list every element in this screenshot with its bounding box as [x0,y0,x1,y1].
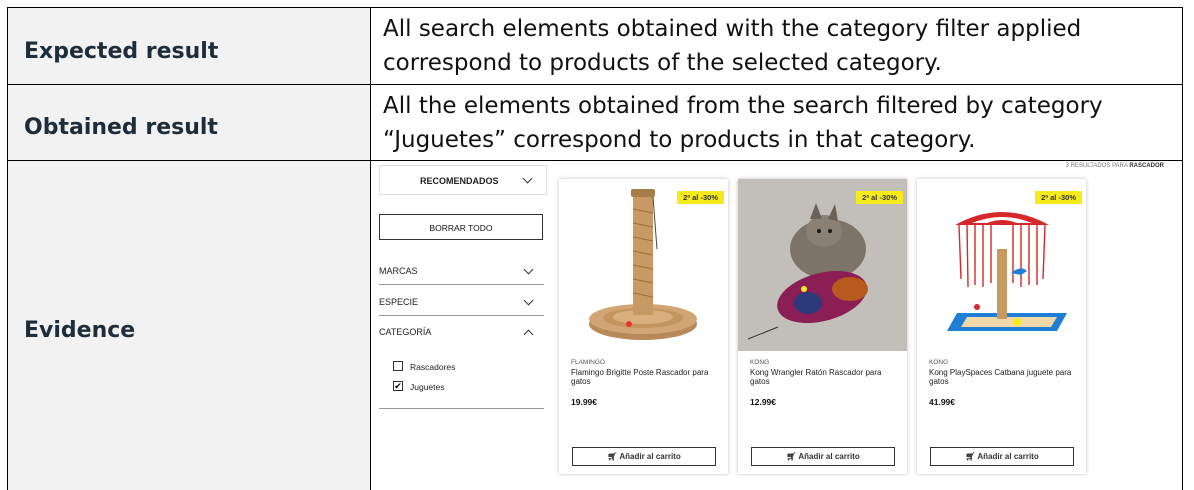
obtained-result-text: All the elements obtained from the searc… [383,89,1172,157]
cat-scratching-post-image [589,189,697,340]
filter-category-label: CATEGORÍA [379,327,432,337]
cart-icon: 🛒︎ [965,452,978,461]
add-to-cart-button[interactable]: 🛒︎ Añadir al carrito [751,447,895,466]
product-name[interactable]: Kong Wrangler Ratón Rascador para gatos [750,368,900,386]
evidence-label: Evidence [24,318,136,343]
obtained-result-row: Obtained result All the elements obtaine… [7,84,1183,161]
sort-dropdown[interactable]: RECOMENDADOS [379,165,547,195]
checkbox-rascadores[interactable] [393,361,403,371]
product-card[interactable]: 2ª al -30% FLAMINGO Flamingo Brigitte Po… [559,179,728,474]
divider [379,315,544,316]
product-price: 12.99€ [750,397,776,407]
add-to-cart-label: Añadir al carrito [619,452,681,461]
product-price: 41.99€ [929,397,955,407]
product-image[interactable]: 2ª al -30% [917,179,1086,351]
obtained-result-line-1: All the elements obtained from the searc… [383,93,1103,119]
sort-label: RECOMENDADOS [420,176,499,186]
promo-badge: 2ª al -30% [856,191,903,204]
filter-brands-label: MARCAS [379,266,418,276]
filter-end-divider [379,408,544,409]
chevron-down-icon [523,295,534,306]
chevron-down-icon [522,173,533,184]
obtained-result-value-cell: All the elements obtained from the searc… [371,84,1183,161]
expected-result-value-cell: All search elements obtained with the ca… [371,7,1183,85]
product-name[interactable]: Flamingo Brigitte Poste Rascador para ga… [571,368,721,386]
obtained-result-label-cell: Obtained result [7,84,371,161]
add-to-cart-label: Añadir al carrito [977,452,1039,461]
expected-result-row: Expected result All search elements obta… [7,7,1183,85]
clear-all-button[interactable]: BORRAR TODO [379,214,543,240]
option-juguetes-label: Juguetes [410,382,445,392]
chevron-up-icon [523,329,534,340]
product-price: 19.99€ [571,397,597,407]
filter-category[interactable]: CATEGORÍA [379,327,544,345]
filter-species[interactable]: ESPECIE [379,295,544,316]
product-brand: KONG [750,359,770,366]
promo-badge: 2ª al -30% [677,191,724,204]
chevron-down-icon [523,264,534,275]
filter-species-label: ESPECIE [379,297,419,307]
expected-result-label: Expected result [24,39,219,64]
cat-play-tent-image [947,212,1067,331]
expected-result-text: All search elements obtained with the ca… [383,12,1172,80]
cart-icon: 🛒︎ [786,452,799,461]
product-image[interactable]: 2ª al -30% [559,179,728,351]
divider [379,284,544,285]
product-card[interactable]: 2ª al -30% KONG Kong PlaySpaces Catbana … [917,179,1086,474]
product-name[interactable]: Kong PlaySpaces Catbana juguete para gat… [929,368,1079,386]
product-image[interactable]: 2ª al -30% [738,179,907,351]
filter-sidebar: RECOMENDADOS BORRAR TODO MARCAS ESPECIE … [379,161,547,461]
option-rascadores-label: Rascadores [410,362,456,372]
expected-result-line-2: correspond to products of the selected c… [383,50,942,76]
expected-result-label-cell: Expected result [7,7,371,85]
expected-result-line-1: All search elements obtained with the ca… [383,16,1082,42]
cart-icon: 🛒︎ [607,452,620,461]
product-brand: KONG [929,359,949,366]
cat-with-toy-image [738,179,907,351]
add-to-cart-label: Añadir al carrito [798,452,860,461]
promo-badge: 2ª al -30% [1035,191,1082,204]
obtained-result-label: Obtained result [24,115,218,140]
filter-brands[interactable]: MARCAS [379,264,544,285]
checkbox-checked-icon[interactable]: ✔ [393,381,403,391]
product-brand: FLAMINGO [571,359,605,366]
add-to-cart-button[interactable]: 🛒︎ Añadir al carrito [930,447,1074,466]
results-count: 3 RESULTADOS PARA RASCADOR [1066,163,1164,169]
evidence-label-cell: Evidence [7,160,371,490]
results-prefix: 3 RESULTADOS PARA [1065,163,1128,169]
product-card[interactable]: 2ª al -30% KONG Kong Wrangler Ratón Rasc… [738,179,907,474]
results-query: RASCADOR [1129,163,1164,169]
obtained-result-line-2: “Juguetes” correspond to products in tha… [383,127,976,153]
add-to-cart-button[interactable]: 🛒︎ Añadir al carrito [572,447,716,466]
evidence-screenshot: 3 RESULTADOS PARA RASCADOR RECOMENDADOS … [371,161,1176,476]
